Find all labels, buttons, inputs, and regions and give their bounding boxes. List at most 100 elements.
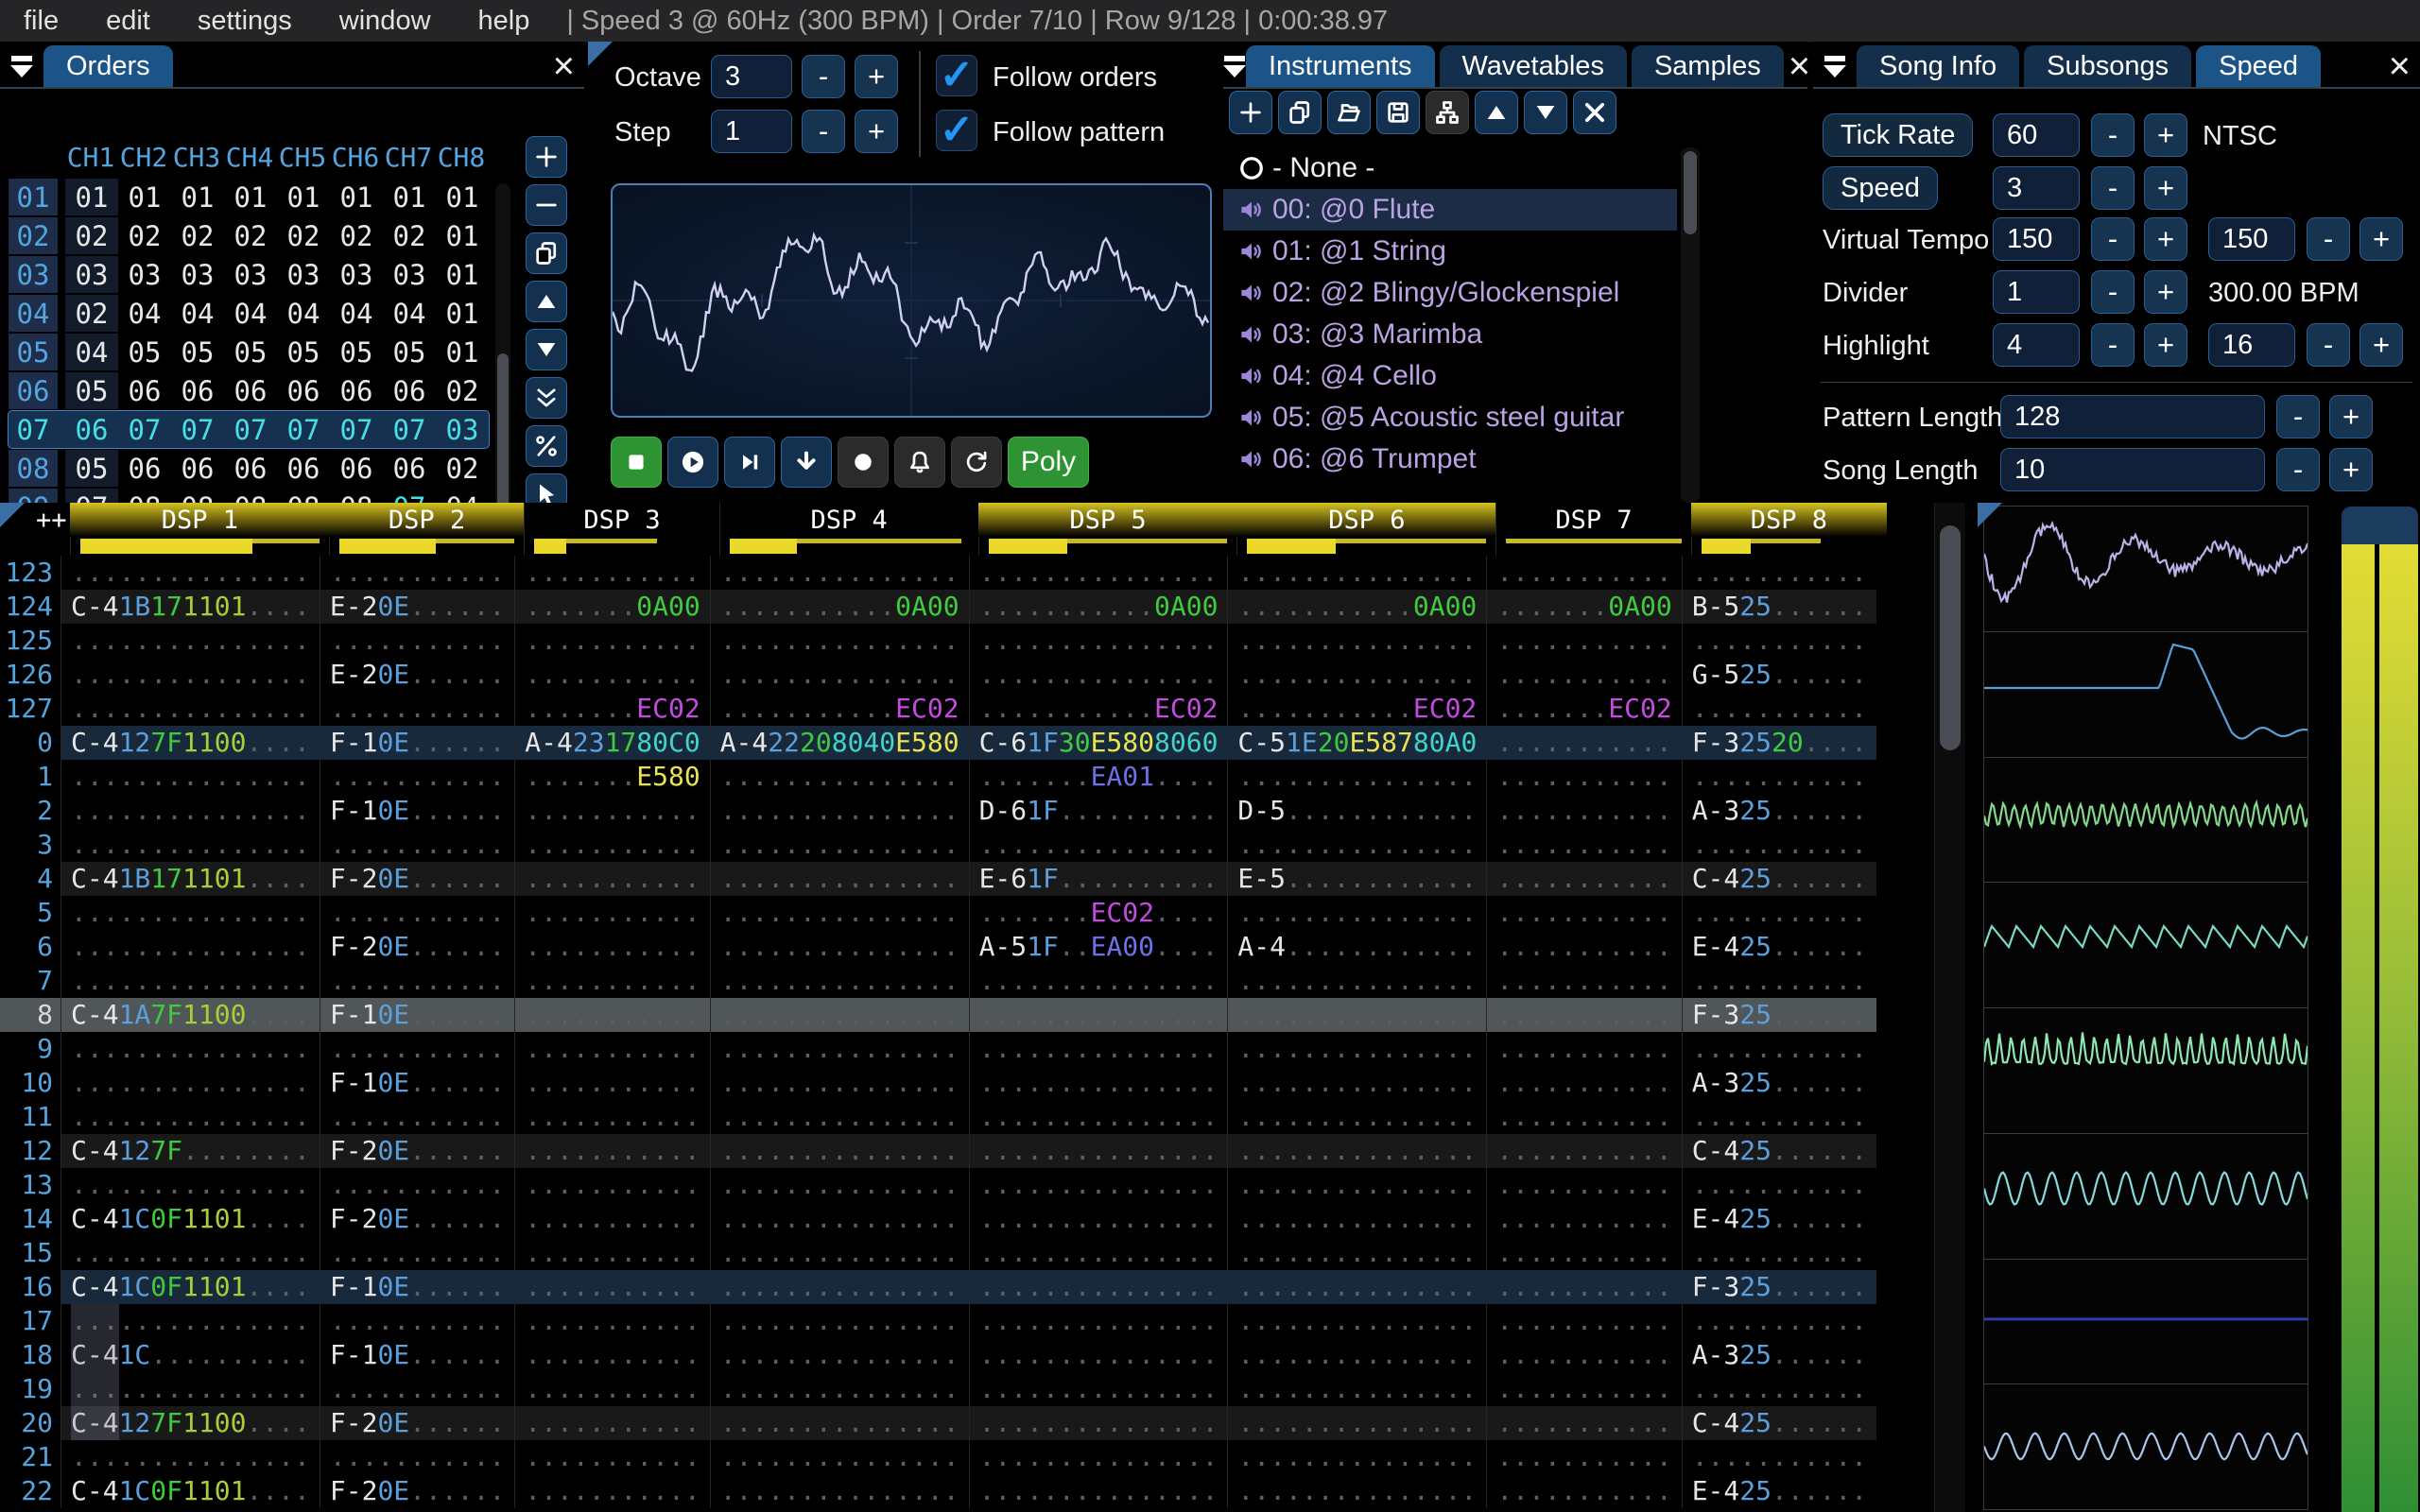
pattern-cell[interactable]: ............... <box>709 862 969 896</box>
pattern-cell[interactable]: F-10E...... <box>319 794 514 828</box>
pattern-cell[interactable]: C-425...... <box>1681 1134 1877 1168</box>
pattern-cell[interactable]: ............... <box>709 624 969 658</box>
play-row-button[interactable] <box>781 437 832 488</box>
order-cell[interactable]: 06 <box>277 372 330 409</box>
orders-row[interactable]: 02 02 02 02 02 02 02 02 01 <box>8 216 490 255</box>
pattern-cell[interactable]: ............... <box>1227 1168 1486 1202</box>
pattern-cell[interactable]: ........... <box>1681 1236 1876 1270</box>
pattern-cell[interactable]: ............... <box>709 794 969 828</box>
pattern-cell[interactable]: ............... <box>709 896 969 930</box>
divider-decrement-button[interactable]: - <box>2091 270 2135 314</box>
pattern-cell[interactable]: ............... <box>709 658 969 692</box>
pattern-cell[interactable]: ........... <box>1681 1100 1876 1134</box>
speed-decrement-button[interactable]: - <box>2091 166 2135 210</box>
pattern-cell[interactable]: ............... <box>60 828 320 862</box>
order-cell[interactable]: 03 <box>330 256 383 293</box>
tab-wavetables[interactable]: Wavetables <box>1439 45 1627 87</box>
pattern-cell[interactable]: ............... <box>1227 1032 1486 1066</box>
tick-rate-decrement-button[interactable]: - <box>2091 113 2135 157</box>
pattern-cell[interactable]: ............... <box>60 624 320 658</box>
pattern-cell[interactable]: ........... <box>319 1032 514 1066</box>
pattern-cell[interactable]: ............... <box>1227 828 1486 862</box>
pattern-cell[interactable]: ........... <box>1486 624 1681 658</box>
pattern-length-increment-button[interactable]: + <box>2329 395 2373 438</box>
virtual-tempo-numerator-input[interactable]: 150 <box>1993 217 2080 261</box>
pattern-cell[interactable]: ........... <box>319 1372 514 1406</box>
pattern-cell[interactable]: ........... <box>319 1100 514 1134</box>
pattern-cell[interactable]: A-325...... <box>1681 794 1876 828</box>
pattern-cell[interactable]: ........... <box>1486 1168 1681 1202</box>
pattern-cell[interactable]: ........... <box>1486 1236 1681 1270</box>
pattern-cell[interactable]: ............... <box>968 1134 1228 1168</box>
pattern-cell[interactable]: ........... <box>514 1304 709 1338</box>
close-icon[interactable]: × <box>553 47 575 85</box>
orders-row[interactable]: 08 05 06 06 06 06 06 06 02 <box>8 449 490 488</box>
orders-row[interactable]: 03 03 03 03 03 03 03 03 01 <box>8 255 490 294</box>
pattern-cell[interactable]: ........... <box>514 862 710 896</box>
order-cell[interactable]: 04 <box>224 295 277 332</box>
toggle-folders-icon[interactable] <box>1426 91 1469 134</box>
pattern-cell[interactable]: ........... <box>1486 998 1682 1032</box>
pattern-cell[interactable]: ............... <box>709 1168 969 1202</box>
pattern-cell[interactable]: ............... <box>1227 1440 1486 1474</box>
pattern-cell[interactable]: C-51E20E58780A0 <box>1227 726 1487 760</box>
pattern-cell[interactable]: F-20E...... <box>319 862 515 896</box>
instrument-item[interactable]: 01: @1 String <box>1223 231 1677 272</box>
pattern-cell[interactable]: F-20E...... <box>319 1134 515 1168</box>
pattern-cell[interactable]: ........... <box>1486 1474 1681 1508</box>
order-cell[interactable]: 05 <box>383 334 436 370</box>
pattern-cell[interactable]: E-425...... <box>1681 1474 1876 1508</box>
pattern-cell[interactable]: ........... <box>514 1168 709 1202</box>
pattern-cell[interactable]: ............... <box>968 1304 1228 1338</box>
order-cell[interactable]: 06 <box>383 372 436 409</box>
pattern-cell[interactable]: ........... <box>1486 726 1682 760</box>
delete-icon[interactable] <box>1573 91 1616 134</box>
pattern-cell[interactable]: ........... <box>1486 1440 1681 1474</box>
octave-input[interactable]: 3 <box>711 55 792 98</box>
pattern-cell[interactable]: ........... <box>319 1236 514 1270</box>
orders-row[interactable]: 05 04 05 05 05 05 05 05 01 <box>8 333 490 371</box>
pattern-cell[interactable]: ............... <box>1227 964 1486 998</box>
open-icon[interactable] <box>1327 91 1371 134</box>
pattern-cell[interactable]: ........... <box>514 896 709 930</box>
channel-header-dsp4[interactable]: DSP 4 <box>718 503 978 556</box>
pattern-cell[interactable]: ........... <box>1486 1100 1681 1134</box>
pattern-cell[interactable]: ............... <box>709 1406 969 1440</box>
order-cell[interactable]: 03 <box>65 256 118 293</box>
pattern-cell[interactable]: ............... <box>968 1440 1228 1474</box>
order-cell[interactable]: 01 <box>65 179 118 215</box>
tab-orders[interactable]: Orders <box>43 45 173 87</box>
pattern-cell[interactable]: ........... <box>514 1338 709 1372</box>
octave-increment-button[interactable]: + <box>855 55 898 98</box>
pattern-cell[interactable]: ........... <box>319 556 514 590</box>
pattern-cell[interactable]: ............... <box>709 930 969 964</box>
pattern-cell[interactable]: ........... <box>514 828 709 862</box>
channel-header-dsp8[interactable]: DSP 8 <box>1690 503 1888 556</box>
pattern-cell[interactable]: F-32520.... <box>1681 726 1877 760</box>
order-cell[interactable]: 01 <box>171 179 224 215</box>
pattern-cell[interactable]: ........... <box>1681 556 1876 590</box>
tab-instruments[interactable]: Instruments <box>1246 45 1435 87</box>
poly-button[interactable]: Poly <box>1008 437 1089 488</box>
order-cell[interactable]: 03 <box>436 411 489 448</box>
pattern-cell[interactable]: ...........EC02 <box>968 692 1228 726</box>
metronome-button[interactable] <box>894 437 945 488</box>
pattern-cell[interactable]: ........... <box>514 556 709 590</box>
pattern-cell[interactable]: ............... <box>968 1372 1228 1406</box>
highlight-first-input[interactable]: 4 <box>1993 323 2080 367</box>
pattern-cell[interactable]: E-61F.......... <box>968 862 1228 896</box>
pattern-cell[interactable]: ........... <box>1681 896 1876 930</box>
pattern-cell[interactable]: C-425...... <box>1681 1406 1877 1440</box>
order-cell[interactable]: 06 <box>224 450 277 487</box>
pattern-cell[interactable]: C-41C0F1101.... <box>60 1474 320 1508</box>
pattern-cell[interactable]: ............... <box>709 1474 969 1508</box>
order-cell[interactable]: 04 <box>330 295 383 332</box>
pattern-cell[interactable]: ........... <box>319 692 514 726</box>
pattern-cell[interactable]: ........... <box>1681 760 1876 794</box>
order-cell[interactable]: 05 <box>65 450 118 487</box>
pattern-cell[interactable]: F-10E...... <box>319 1270 515 1304</box>
pattern-cell[interactable]: ........... <box>514 1440 709 1474</box>
pattern-cell[interactable]: ........... <box>1486 1406 1682 1440</box>
order-cell[interactable]: 04 <box>65 334 118 370</box>
pattern-cell[interactable]: .......EC02 <box>1486 692 1681 726</box>
